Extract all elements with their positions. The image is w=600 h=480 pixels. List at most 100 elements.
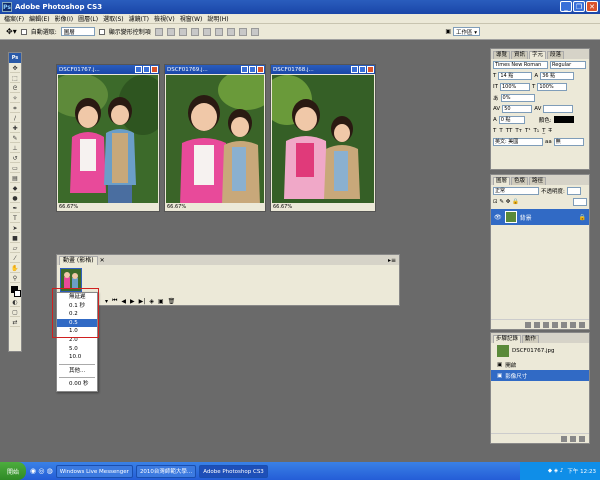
screen-mode-icon[interactable]: ▢ <box>10 308 20 317</box>
zoom-tool-icon[interactable]: ⚲ <box>10 274 20 283</box>
delay-option-other[interactable]: 其他... <box>57 367 97 376</box>
move-tool-icon[interactable]: ✥ <box>10 64 20 73</box>
dodge-tool-icon[interactable]: ● <box>10 194 20 203</box>
opacity-field[interactable] <box>566 186 581 195</box>
crop-tool-icon[interactable]: ⌗ <box>10 104 20 113</box>
tween-icon[interactable]: ◈ <box>149 298 154 305</box>
menu-window[interactable]: 視窗(W) <box>180 14 203 23</box>
panel-close-icon[interactable]: ✕ <box>100 257 105 264</box>
path-selection-tool-icon[interactable]: ➤ <box>10 224 20 233</box>
visibility-eye-icon[interactable]: 👁 <box>494 214 502 221</box>
marquee-tool-icon[interactable]: ⬚ <box>10 74 20 83</box>
notes-tool-icon[interactable]: ▱ <box>10 244 20 253</box>
doc-minimize-button[interactable] <box>135 66 142 73</box>
small-caps-icon[interactable]: Tт <box>515 128 522 134</box>
delete-layer-icon[interactable] <box>579 321 585 328</box>
pen-tool-icon[interactable]: ✒ <box>10 204 20 213</box>
antialias-select[interactable]: 無 <box>553 137 584 146</box>
photo-canvas-1[interactable] <box>58 75 158 203</box>
align-top-icon[interactable] <box>154 27 163 36</box>
layer-style-icon[interactable] <box>534 321 540 328</box>
quick-mask-icon[interactable]: ◐ <box>10 298 20 307</box>
auto-select-checkbox[interactable] <box>20 28 27 35</box>
document-window-2[interactable]: DSCF01769.j... 66.67% <box>164 64 266 212</box>
tsume-field[interactable]: 0% <box>500 93 535 102</box>
underline-icon[interactable]: T̲ <box>542 128 545 134</box>
menu-view[interactable]: 檢視(V) <box>154 14 175 23</box>
shape-tool-icon[interactable]: ■ <box>10 234 20 243</box>
tab-paragraph[interactable]: 段落 <box>547 51 565 59</box>
document-window-1[interactable]: DSCF01767.j... 66.67% <box>56 64 160 212</box>
gradient-tool-icon[interactable]: ▤ <box>10 174 20 183</box>
font-family-select[interactable]: Times New Roman <box>493 60 548 69</box>
minimize-button[interactable]: _ <box>560 1 572 12</box>
move-tool-icon[interactable]: ✥▾ <box>6 27 17 36</box>
baseline-shift-field[interactable]: 0 點 <box>498 115 525 124</box>
doc-maximize-button[interactable] <box>359 66 366 73</box>
font-style-select[interactable]: Regular <box>550 60 586 69</box>
menu-file[interactable]: 檔案(F) <box>4 14 24 23</box>
lasso-tool-icon[interactable]: ᘓ <box>10 84 20 93</box>
document-window-3[interactable]: DSCF01768.j... 66.67% <box>270 64 376 212</box>
doc-minimize-button[interactable] <box>351 66 358 73</box>
close-button[interactable]: ✕ <box>586 1 598 12</box>
background-color-swatch[interactable] <box>14 290 21 297</box>
align-middle-icon[interactable] <box>166 27 175 36</box>
photo-canvas-3[interactable] <box>272 75 374 203</box>
leading-field[interactable]: 36 點 <box>540 71 575 80</box>
tab-paths[interactable]: 路徑 <box>529 177 547 185</box>
taskbar-item-browser[interactable]: 2010台灣師範大學... <box>135 464 197 478</box>
transform-controls-checkbox[interactable] <box>98 28 105 35</box>
delay-option-5-0[interactable]: 5.0 <box>57 345 97 354</box>
new-document-from-state-icon[interactable] <box>561 435 567 442</box>
slice-tool-icon[interactable]: ∕ <box>10 114 20 123</box>
animation-tab[interactable]: 動畫 (影格) <box>59 255 98 265</box>
align-center-icon[interactable] <box>202 27 211 36</box>
doc-close-button[interactable] <box>367 66 374 73</box>
menu-filter[interactable]: 濾鏡(T) <box>129 14 149 23</box>
blur-tool-icon[interactable]: ◆ <box>10 184 20 193</box>
font-size-field[interactable]: 14 點 <box>498 71 533 80</box>
doc-close-button[interactable] <box>257 66 264 73</box>
type-tool-icon[interactable]: T <box>10 214 20 223</box>
doc-maximize-button[interactable] <box>143 66 150 73</box>
restore-button[interactable]: ❐ <box>573 1 585 12</box>
subscript-icon[interactable]: T₁ <box>534 128 540 134</box>
tab-layers[interactable]: 圖層 <box>493 177 511 185</box>
menu-layer[interactable]: 圖層(L) <box>78 14 98 23</box>
superscript-icon[interactable]: T¹ <box>525 128 531 134</box>
history-item-open[interactable]: ▣ 開啟 <box>491 359 589 370</box>
distribute-middle-icon[interactable] <box>238 27 247 36</box>
tab-channels[interactable]: 色版 <box>511 177 529 185</box>
menu-select[interactable]: 選取(S) <box>103 14 124 23</box>
magic-wand-tool-icon[interactable]: ✧ <box>10 94 20 103</box>
delete-state-icon[interactable] <box>579 435 585 442</box>
history-brush-tool-icon[interactable]: ↺ <box>10 154 20 163</box>
menu-image[interactable]: 影像(I) <box>55 14 73 23</box>
layer-mask-icon[interactable] <box>543 321 549 328</box>
eraser-tool-icon[interactable]: ▭ <box>10 164 20 173</box>
layer-background[interactable]: 👁 背景 🔒 <box>491 209 589 225</box>
taskbar-item-photoshop[interactable]: Adobe Photoshop CS3 <box>199 464 268 478</box>
brush-tool-icon[interactable]: ✎ <box>10 134 20 143</box>
blend-mode-select[interactable]: 正常 <box>493 186 539 195</box>
doc-maximize-button[interactable] <box>249 66 256 73</box>
tracking-field[interactable] <box>543 104 574 113</box>
faux-bold-icon[interactable]: T <box>493 128 496 134</box>
clone-stamp-tool-icon[interactable]: ⊥ <box>10 144 20 153</box>
strikethrough-icon[interactable]: T̶ <box>548 128 551 134</box>
photo-canvas-2[interactable] <box>166 75 264 203</box>
text-color-swatch[interactable] <box>553 116 574 123</box>
adjustment-layer-icon[interactable] <box>552 321 558 328</box>
duplicate-frame-icon[interactable]: ▣ <box>158 298 164 305</box>
tab-history[interactable]: 步驟記錄 <box>493 335 522 343</box>
healing-brush-tool-icon[interactable]: ✚ <box>10 124 20 133</box>
eyedropper-tool-icon[interactable]: ⁄ <box>10 254 20 263</box>
tab-navigator[interactable]: 導覽 <box>493 51 511 59</box>
all-caps-icon[interactable]: TT <box>506 128 513 134</box>
lock-icons[interactable]: ⊡ ✎ ✥ 🔒 <box>493 199 519 205</box>
menu-help[interactable]: 說明(H) <box>207 14 228 23</box>
new-group-icon[interactable] <box>561 321 567 328</box>
tab-actions[interactable]: 動作 <box>522 335 540 343</box>
new-layer-icon[interactable] <box>570 321 576 328</box>
